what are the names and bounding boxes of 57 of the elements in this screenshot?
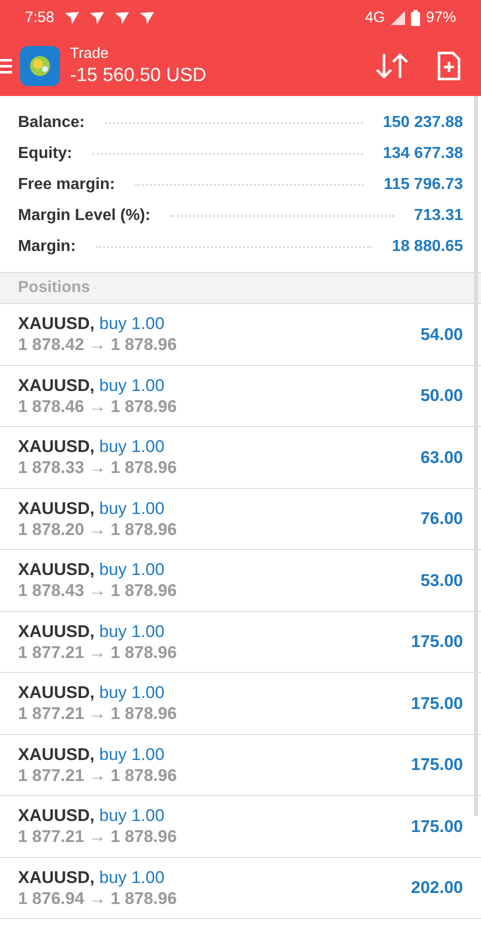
send-icon xyxy=(64,11,80,25)
position-title: XAUUSD, buy 1.00 xyxy=(18,498,166,519)
position-profit: 202.00 xyxy=(411,877,463,899)
position-title: XAUUSD, buy 1.00 xyxy=(18,805,166,826)
position-profit: 175.00 xyxy=(411,754,463,776)
summary-label: Margin: xyxy=(18,236,76,256)
position-prices: 1 878.33 → 1 878.96 xyxy=(18,457,178,478)
position-profit: 53.00 xyxy=(420,570,463,592)
battery-icon xyxy=(410,10,420,26)
menu-icon[interactable] xyxy=(0,56,12,76)
position-title: XAUUSD, buy 1.00 xyxy=(18,620,166,642)
position-title: XAUUSD, buy 1.00 xyxy=(18,866,166,888)
position-profit: 63.00 xyxy=(420,446,463,468)
position-title: XAUUSD, buy 1.00 xyxy=(18,682,166,704)
network-label: 4G xyxy=(364,8,385,28)
position-prices: 1 877.21 → 1 878.96 xyxy=(18,764,178,786)
battery-percent: 97% xyxy=(426,8,456,28)
position-prices: 1 877.21 → 1 878.96 xyxy=(18,826,178,848)
summary-label: Equity: xyxy=(18,144,72,164)
status-time: 7:58 xyxy=(25,8,54,28)
summary-value: 150 237.88 xyxy=(382,112,463,132)
send-icon xyxy=(89,11,106,25)
app-logo-icon xyxy=(20,46,60,86)
position-title: XAUUSD, buy 1.00 xyxy=(18,374,166,396)
screen-title: Trade xyxy=(70,44,110,64)
header-balance: -15 560.50 USD xyxy=(70,64,206,88)
position-title: XAUUSD, buy 1.00 xyxy=(18,744,166,765)
positions-header: Positions xyxy=(0,272,481,304)
send-icon xyxy=(114,11,130,25)
summary-value: 115 796.73 xyxy=(384,174,463,194)
summary-value: 713.31 xyxy=(414,206,463,226)
position-title: XAUUSD, buy 1.00 xyxy=(18,559,166,580)
position-row[interactable]: XAUUSD, buy 1.00 1 876.94 → 1 878.96 202.00 xyxy=(0,858,481,919)
summary-value: 134 677.38 xyxy=(382,144,463,164)
position-prices: 1 878.46 → 1 878.96 xyxy=(18,396,178,417)
summary-value: 18 880.65 xyxy=(392,236,463,256)
summary-label: Free margin: xyxy=(18,174,115,194)
position-profit: 175.00 xyxy=(411,692,463,714)
signal-icon xyxy=(390,11,405,25)
position-profit: 175.00 xyxy=(411,631,463,653)
position-profit: 50.00 xyxy=(420,385,463,407)
sort-icon[interactable] xyxy=(375,52,409,80)
position-prices: 1 878.20 → 1 878.96 xyxy=(18,518,178,540)
position-prices: 1 876.94 → 1 878.96 xyxy=(18,888,178,909)
new-order-icon[interactable] xyxy=(437,51,461,81)
send-icon xyxy=(139,11,156,25)
position-profit: 175.00 xyxy=(411,816,463,838)
position-prices: 1 878.42 → 1 878.96 xyxy=(18,334,178,356)
position-prices: 1 877.21 → 1 878.96 xyxy=(18,642,178,663)
position-prices: 1 878.43 → 1 878.96 xyxy=(18,580,178,602)
position-title: XAUUSD, buy 1.00 xyxy=(18,436,166,458)
summary-label: Margin Level (%): xyxy=(18,206,150,226)
position-profit: 54.00 xyxy=(420,324,463,346)
summary-label: Balance: xyxy=(18,112,85,132)
position-title: XAUUSD, buy 1.00 xyxy=(18,313,166,334)
position-profit: 76.00 xyxy=(420,508,463,530)
position-prices: 1 877.21 → 1 878.96 xyxy=(18,703,178,724)
